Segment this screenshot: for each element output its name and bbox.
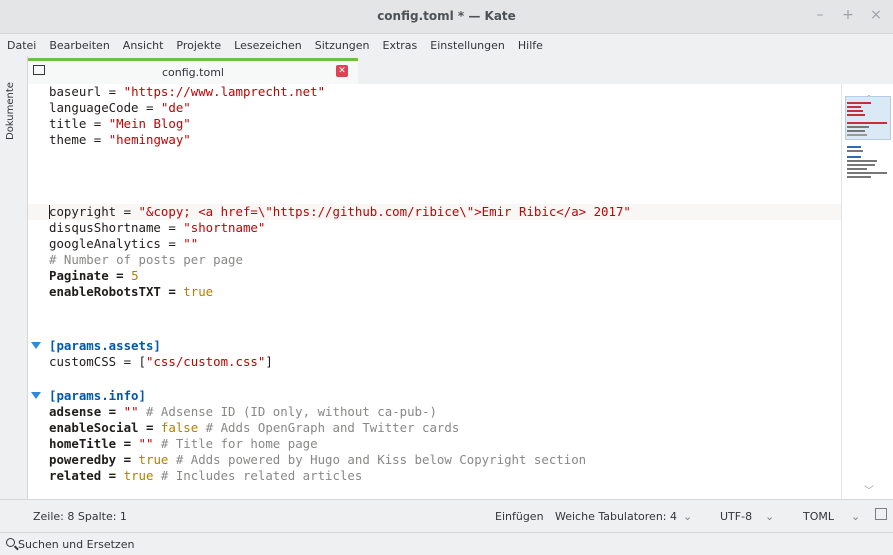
tab-label: config.toml [162, 66, 224, 79]
minimap-line [847, 150, 863, 152]
minimap-line [847, 126, 869, 128]
chevron-down-icon[interactable]: ⌄ [683, 510, 692, 523]
current-code-line: copyright = "&copy; <a href=\"https://gi… [28, 204, 841, 220]
minimap-line [847, 160, 877, 162]
minimap-scrollbar[interactable]: ︿ ﹀ [841, 84, 893, 499]
menu-hilfe[interactable]: Hilfe [518, 39, 543, 52]
chevron-down-icon[interactable]: ⌄ [765, 510, 774, 523]
syntax-mode[interactable]: TOML [803, 510, 834, 523]
chevron-down-icon[interactable]: ⌄ [851, 510, 860, 523]
minimap-line [847, 102, 871, 104]
minimap-line [847, 134, 867, 136]
fold-arrow-icon[interactable] [31, 392, 41, 399]
minimap-line [847, 122, 887, 124]
cursor-position[interactable]: Zeile: 8 Spalte: 1 [33, 510, 127, 523]
status-bar: Zeile: 8 Spalte: 1 Einfügen Weiche Tabul… [0, 499, 893, 532]
menu-extras[interactable]: Extras [383, 39, 418, 52]
documents-tab-label: Dokumente [5, 82, 16, 140]
chevron-down-icon[interactable]: ﹀ [864, 482, 874, 497]
menu-bearbeiten[interactable]: Bearbeiten [49, 39, 109, 52]
tab-bar: config.toml ✕ [28, 56, 893, 84]
minimap-line [847, 156, 861, 158]
left-sidebar: Dokumente [0, 56, 28, 499]
minimap-line [847, 164, 875, 166]
indentation-setting[interactable]: Weiche Tabulatoren: 4 [555, 510, 677, 523]
close-window-button[interactable]: × [869, 7, 883, 23]
menu-bar: Datei Bearbeiten Ansicht Projekte Leseze… [0, 34, 893, 56]
minimap-line [847, 114, 865, 116]
search-replace-label: Suchen und Ersetzen [18, 538, 135, 551]
menu-datei[interactable]: Datei [7, 39, 36, 52]
code-editor[interactable]: baseurl = "https://www.lamprecht.net" la… [28, 84, 841, 499]
minimap-line [847, 176, 871, 178]
menu-ansicht[interactable]: Ansicht [123, 39, 164, 52]
minimap-line [847, 110, 863, 112]
title-bar: config.toml * — Kate – + × [0, 0, 893, 34]
minimap-line [847, 146, 861, 148]
minimap-line [847, 168, 867, 170]
encoding-setting[interactable]: UTF-8 [720, 510, 752, 523]
split-view-icon[interactable] [875, 508, 887, 520]
minimap-line [847, 172, 887, 174]
maximize-button[interactable]: + [841, 7, 855, 23]
search-icon [6, 538, 15, 547]
menu-einstellungen[interactable]: Einstellungen [430, 39, 505, 52]
input-mode[interactable]: Einfügen [495, 510, 544, 523]
tab-config-toml[interactable]: config.toml ✕ [28, 58, 358, 84]
menu-projekte[interactable]: Projekte [176, 39, 221, 52]
window-title: config.toml * — Kate [377, 9, 516, 23]
search-replace-bar[interactable]: Suchen und Ersetzen [0, 532, 893, 555]
minimize-button[interactable]: – [813, 7, 827, 23]
close-tab-icon[interactable]: ✕ [336, 65, 348, 77]
minimap-line [847, 106, 861, 108]
documents-tab[interactable]: Dokumente [5, 60, 23, 140]
menu-lesezeichen[interactable]: Lesezeichen [234, 39, 302, 52]
fold-arrow-icon[interactable] [31, 342, 41, 349]
minimap-line [847, 130, 865, 132]
menu-sitzungen[interactable]: Sitzungen [315, 39, 370, 52]
